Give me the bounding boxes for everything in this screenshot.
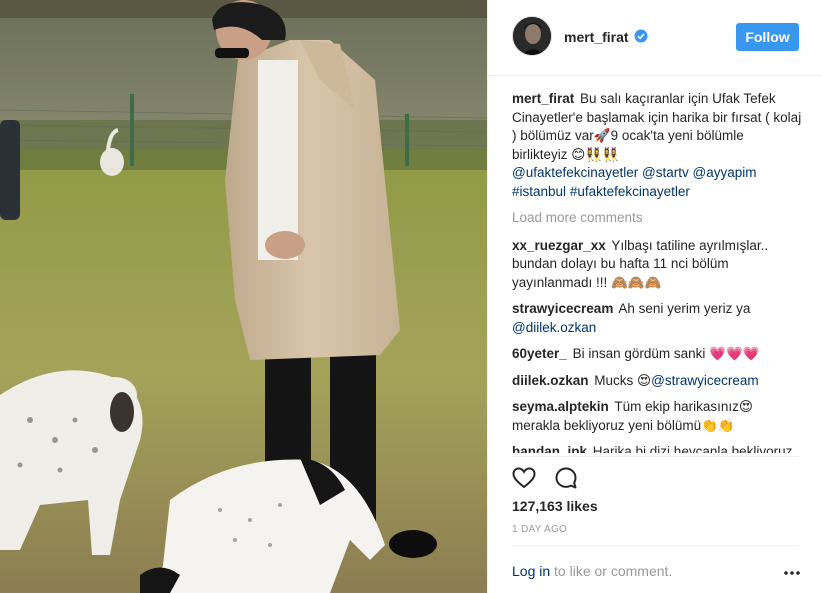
mention-link[interactable]: @ufaktefekcinayetler bbox=[512, 165, 638, 180]
login-prompt: Log in to like or comment. bbox=[512, 563, 672, 579]
comment-text: Mucks 😍 bbox=[594, 372, 652, 388]
follow-button[interactable]: Follow bbox=[736, 23, 799, 51]
load-more-comments[interactable]: Load more comments bbox=[512, 209, 802, 228]
hashtag-link[interactable]: #ufaktefekcinayetler bbox=[570, 184, 690, 199]
post-header: mert_firat Follow bbox=[488, 0, 822, 76]
comment-item: handan_ipk Harika bi dizi heycanla bekli… bbox=[512, 443, 802, 453]
mention-link[interactable]: @startv bbox=[642, 165, 689, 180]
avatar[interactable] bbox=[512, 16, 552, 56]
comment-username[interactable]: handan_ipk bbox=[512, 444, 587, 453]
comment-icon[interactable] bbox=[554, 466, 578, 490]
hashtag-link[interactable]: #istanbul bbox=[512, 184, 566, 199]
comment-text: Ah seni yerim yeriz ya bbox=[618, 301, 751, 316]
divider bbox=[512, 456, 799, 457]
comment-username[interactable]: diilek.ozkan bbox=[512, 373, 589, 388]
post-photo-image bbox=[0, 0, 487, 593]
mention-link[interactable]: @strawyicecream bbox=[651, 373, 758, 388]
post-caption: mert_firat Bu salı kaçıranlar için Ufak … bbox=[512, 90, 802, 201]
avatar-image bbox=[513, 17, 551, 55]
login-link[interactable]: Log in bbox=[512, 563, 550, 579]
likes-count[interactable]: 127,163 likes bbox=[512, 498, 598, 514]
comment-username[interactable]: strawyicecream bbox=[512, 301, 613, 316]
comment-item: seyma.alptekin Tüm ekip harikasınız😍 mer… bbox=[512, 398, 802, 435]
verified-icon bbox=[634, 29, 648, 43]
caption-username[interactable]: mert_firat bbox=[512, 91, 574, 106]
comment-text: Bi insan gördüm sanki 💗💗💗 bbox=[572, 346, 760, 361]
post-timestamp[interactable]: 1 DAY AGO bbox=[512, 524, 567, 535]
comment-item: xx_ruezgar_xx Yılbaşı tatiline ayrılmışl… bbox=[512, 237, 802, 293]
header-username[interactable]: mert_firat bbox=[564, 29, 629, 45]
post-panel: mert_firat Follow mert_firat Bu salı kaç… bbox=[487, 0, 822, 593]
comment-item: strawyicecream Ah seni yerim yeriz ya @d… bbox=[512, 300, 802, 337]
login-prompt-text: to like or comment. bbox=[550, 563, 673, 579]
post-photo[interactable] bbox=[0, 0, 487, 593]
heart-icon[interactable] bbox=[512, 466, 536, 490]
comment-item: 60yeter_ Bi insan gördüm sanki 💗💗💗 bbox=[512, 345, 802, 364]
mention-link[interactable]: @ayyapim bbox=[693, 165, 757, 180]
comments-section: mert_firat Bu salı kaçıranlar için Ufak … bbox=[512, 90, 802, 453]
comment-item: diilek.ozkan Mucks 😍@strawyicecream bbox=[512, 372, 802, 391]
mention-link[interactable]: @diilek.ozkan bbox=[512, 320, 596, 335]
comment-username[interactable]: 60yeter_ bbox=[512, 346, 567, 361]
comment-username[interactable]: xx_ruezgar_xx bbox=[512, 238, 606, 253]
more-options-icon[interactable] bbox=[784, 570, 800, 576]
comment-username[interactable]: seyma.alptekin bbox=[512, 399, 609, 414]
divider bbox=[512, 545, 799, 546]
